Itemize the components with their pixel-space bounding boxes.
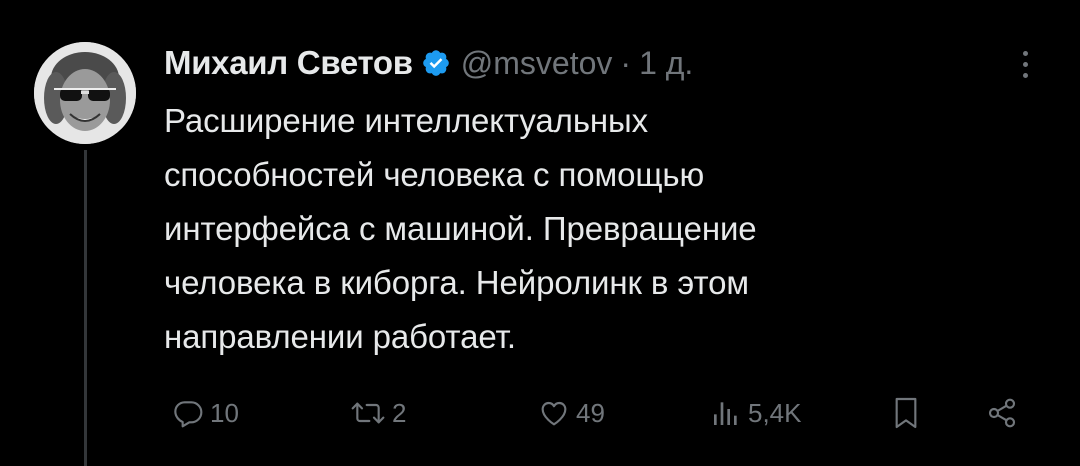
retweet-button[interactable]: 2: [350, 390, 406, 436]
views-icon: [714, 402, 737, 425]
tweet-header: Михаил Светов @msvetov · 1 д.: [164, 40, 693, 86]
more-dot: [1022, 50, 1028, 56]
like-count: 49: [576, 397, 605, 428]
reply-button[interactable]: 10: [172, 390, 239, 436]
tweet-text: Расширение интеллектуальных способностей…: [164, 102, 757, 355]
tweet-actions-bar: 10 2 49 5,4K: [164, 390, 1034, 436]
heart-icon: [541, 401, 567, 426]
bookmark-icon: [895, 397, 917, 429]
retweet-icon: [351, 402, 385, 424]
reply-count: 10: [210, 397, 239, 428]
tweet-timestamp[interactable]: 1 д.: [639, 45, 693, 82]
retweet-count: 2: [392, 397, 407, 428]
more-dot: [1022, 72, 1028, 78]
share-icon: [988, 398, 1016, 428]
like-button[interactable]: 49: [538, 390, 605, 436]
avatar-image: [34, 42, 136, 144]
verified-badge-icon: [421, 48, 451, 78]
header-separator: ·: [620, 44, 632, 81]
more-dot: [1022, 61, 1028, 67]
avatar[interactable]: [34, 42, 136, 144]
views-button[interactable]: 5,4K: [710, 390, 802, 436]
author-handle[interactable]: @msvetov: [461, 45, 613, 82]
thread-line: [84, 150, 87, 466]
author-display-name[interactable]: Михаил Светов: [164, 44, 413, 82]
views-count: 5,4K: [748, 397, 802, 428]
share-button[interactable]: [984, 390, 1020, 436]
reply-icon: [174, 401, 203, 428]
bookmark-button[interactable]: [890, 390, 922, 436]
more-options-icon[interactable]: [1010, 44, 1040, 84]
